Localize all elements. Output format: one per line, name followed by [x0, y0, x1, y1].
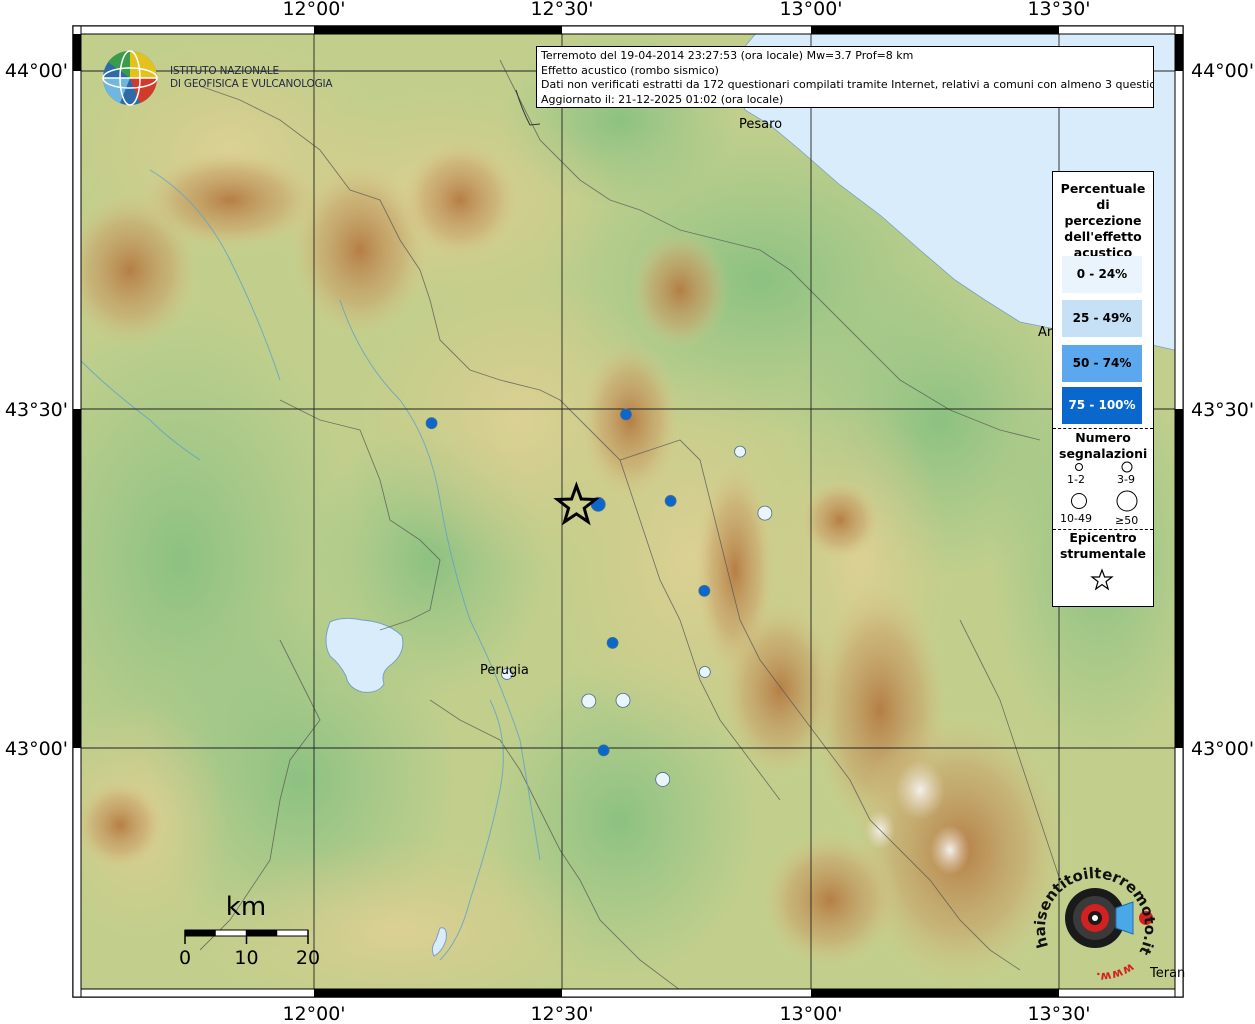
count-label-1-2: 1-2 [1067, 473, 1085, 486]
observation-point[interactable] [581, 693, 597, 709]
legend-divider [1053, 428, 1153, 429]
city-label-pesaro: Pesaro [739, 117, 783, 132]
terrain-layer [73, 26, 1183, 997]
right-tick-43-00: 43°00' [1191, 738, 1254, 760]
observation-point[interactable] [698, 666, 711, 678]
top-tick-13-00: 13°00' [779, 0, 842, 20]
event-info-line-3: Dati non verificati estratti da 172 ques… [541, 78, 1154, 91]
event-info-box: Terremoto del 19-04-2014 23:27:53 (ora l… [536, 46, 1154, 108]
count-symbol-1-2 [1075, 463, 1083, 471]
observation-point[interactable] [425, 417, 438, 430]
scale-label-0: 0 [179, 947, 191, 969]
left-tick-43-00: 43°00' [5, 738, 68, 760]
observation-point[interactable] [698, 584, 711, 597]
bottom-tick-13-00: 13°00' [779, 1003, 842, 1024]
scale-label-10: 10 [234, 947, 258, 969]
logo-line-2: DI GEOFISICA E VULCANOLOGIA [170, 78, 333, 90]
logo-line-1: ISTITUTO NAZIONALE [170, 65, 279, 77]
legend-class-25-49: 25 - 49% [1062, 300, 1142, 337]
bottom-tick-12-30: 12°30' [530, 1003, 593, 1024]
bottom-tick-labels: 12°00' 12°30' 13°00' 13°30' [282, 1003, 1090, 1024]
right-tick-43-30: 43°30' [1191, 399, 1254, 421]
scale-unit: km [226, 892, 266, 922]
observation-point[interactable] [615, 692, 631, 708]
haisentito-badge[interactable]: haisentitoilterremoto.it www. [1030, 850, 1160, 984]
count-label-10-49: 10-49 [1060, 512, 1092, 525]
event-info-line-4: Aggiornato il: 21-12-2025 01:02 (ora loc… [541, 92, 784, 106]
badge-url: www. [1096, 961, 1137, 985]
bottom-tick-12-00: 12°00' [282, 1003, 345, 1024]
count-label-50: ≥50 [1115, 514, 1139, 527]
event-info-line-1: Terremoto del 19-04-2014 23:27:53 (ora l… [541, 49, 914, 62]
legend-title: Percentuale di percezione dell'effetto a… [1060, 181, 1146, 260]
observation-point[interactable] [734, 445, 746, 458]
count-symbol-10-49 [1071, 493, 1087, 509]
left-tick-44-00: 44°00' [5, 60, 68, 82]
ingv-logo: ISTITUTO NAZIONALE DI GEOFISICA E VULCAN… [100, 48, 340, 108]
count-label-3-9: 3-9 [1117, 473, 1135, 486]
legend: Percentuale di percezione dell'effetto a… [1052, 171, 1154, 607]
count-symbol-50 [1116, 490, 1138, 512]
left-tick-labels: 44°00' 43°30' 43°00' [5, 60, 68, 760]
legend-class-50-74: 50 - 74% [1062, 345, 1142, 382]
scale-label-20: 20 [296, 947, 320, 969]
haisentito-target-icon: haisentitoilterremoto.it www. [1031, 864, 1159, 984]
observation-point[interactable] [620, 408, 632, 421]
star-icon [1090, 568, 1114, 591]
top-tick-labels: 12°00' 12°30' 13°00' 13°30' [282, 0, 1090, 20]
observation-point[interactable] [655, 772, 671, 787]
legend-class-75-100: 75 - 100% [1062, 387, 1142, 424]
observation-point[interactable] [597, 744, 610, 757]
right-tick-44-00: 44°00' [1191, 60, 1254, 82]
count-symbol-3-9 [1121, 461, 1133, 473]
top-tick-12-00: 12°00' [282, 0, 345, 20]
legend-class-0-24: 0 - 24% [1062, 256, 1142, 293]
right-tick-labels: 44°00' 43°30' 43°00' [1191, 60, 1254, 760]
event-info-line-2: Effetto acustico (rombo sismico) [541, 63, 719, 77]
top-tick-13-30: 13°30' [1027, 0, 1090, 20]
observation-point[interactable] [757, 505, 773, 521]
top-tick-12-30: 12°30' [530, 0, 593, 20]
svg-text:www.: www. [1096, 961, 1137, 980]
bottom-tick-13-30: 13°30' [1027, 1003, 1090, 1024]
left-tick-43-30: 43°30' [5, 399, 68, 421]
observation-point[interactable] [606, 636, 619, 649]
legend-epicenter-title: Epicentro strumentale [1059, 530, 1147, 561]
ingv-globe-icon [102, 50, 158, 106]
observation-point[interactable] [664, 495, 677, 507]
city-label-perugia: Perugia [480, 663, 529, 678]
